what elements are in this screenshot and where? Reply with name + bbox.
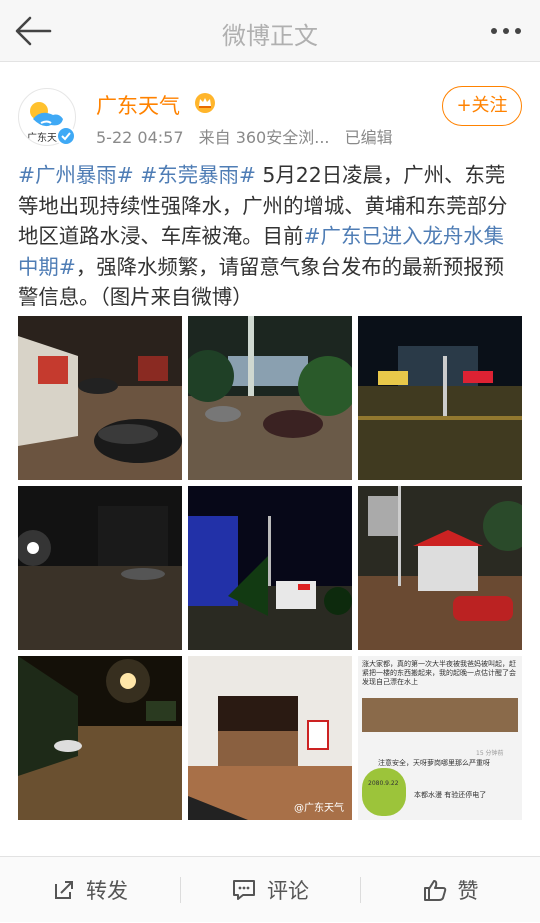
- thumbs-up-icon: [423, 880, 446, 901]
- photo-flooded-garage[interactable]: @广东天气: [188, 656, 352, 820]
- page-title: 微博正文: [222, 22, 318, 50]
- action-bar: 转发 评论 赞: [0, 856, 540, 922]
- avatar-label: 广东天: [27, 133, 57, 144]
- post-body-2: ，强降水频繁，请留意气象台发布的最新预报预警信息。（图片来自微博）: [18, 254, 505, 310]
- comment-button[interactable]: 评论: [180, 857, 360, 923]
- screenshot-caption-2: 注意安全，天呀萝岗哪里那么严重呀: [378, 759, 490, 767]
- photo-chat-screenshot[interactable]: 涨大家都，真的第一次大半夜被我爸妈被叫起，赶紧把一楼的东西搬起来，我的起晚一点估…: [358, 656, 522, 820]
- photo-night-flooded-road[interactable]: [188, 316, 352, 480]
- screenshot-caption-1: 涨大家都，真的第一次大半夜被我爸妈被叫起，赶紧把一楼的东西搬起来，我的起晚一点估…: [362, 660, 516, 686]
- photo-dark-rainy-street[interactable]: [18, 486, 182, 650]
- screenshot-thumbnails: [362, 698, 518, 732]
- crown-badge-icon: [195, 93, 215, 113]
- follow-button[interactable]: +关注: [442, 86, 522, 126]
- comment-icon: [233, 880, 255, 900]
- hashtag-dongguan-rainstorm[interactable]: #东莞暴雨#: [140, 163, 256, 187]
- comment-label: 评论: [267, 879, 309, 903]
- photo-ambulance-night[interactable]: [188, 486, 352, 650]
- like-button[interactable]: 赞: [360, 857, 540, 923]
- photo-flooded-shop-street[interactable]: [358, 316, 522, 480]
- screenshot-time: 15 分钟前: [476, 750, 504, 757]
- verified-badge-icon: [56, 126, 76, 146]
- photo-watermark: @广东天气: [294, 803, 344, 814]
- photo-flooded-street-car[interactable]: [18, 316, 182, 480]
- photo-grid: @广东天气 涨大家都，真的第一次大半夜被我爸妈被叫起，赶紧把一楼的东西搬起来，我…: [18, 316, 522, 820]
- screenshot-caption-3: 本都水漫 有验还停电了: [414, 791, 487, 799]
- edited-label: 已编辑: [344, 128, 393, 147]
- like-label: 赞: [457, 879, 479, 903]
- post-card: 广东天 广东天气 5-22 04:57 来自 360安全浏... 已编辑 +关注…: [0, 62, 540, 856]
- post-text: #广州暴雨# #东莞暴雨# 5月22日凌晨，广州、东莞等地出现持续性强降水，广州…: [18, 160, 524, 313]
- screenshot-sticker-text: 2080.9.22: [368, 780, 399, 787]
- repost-label: 转发: [86, 879, 128, 903]
- more-dots-icon[interactable]: [486, 14, 526, 48]
- username[interactable]: 广东天气: [96, 90, 180, 120]
- repost-button[interactable]: 转发: [0, 857, 180, 923]
- hashtag-guangzhou-rainstorm[interactable]: #广州暴雨#: [18, 163, 134, 187]
- photo-flooded-kiosk[interactable]: [358, 486, 522, 650]
- post-meta: 5-22 04:57 来自 360安全浏... 已编辑: [96, 124, 403, 148]
- photo-flooded-night-road[interactable]: [18, 656, 182, 820]
- frog-sticker-icon: [362, 768, 406, 816]
- nav-bar: 微博正文: [0, 0, 540, 62]
- post-source: 来自 360安全浏...: [198, 128, 330, 147]
- post-time: 5-22 04:57: [96, 128, 184, 147]
- repost-icon: [55, 881, 73, 899]
